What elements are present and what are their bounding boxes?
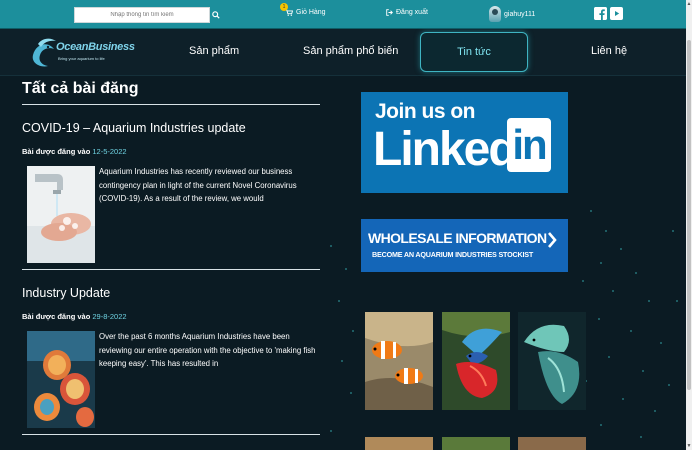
post-date: 29-8-2022 xyxy=(92,312,127,321)
particle xyxy=(352,330,354,332)
post-excerpt: Aquarium Industries has recently reviewe… xyxy=(99,167,297,203)
post-meta-label: Bài được đăng vào xyxy=(22,147,91,156)
gallery-image-partial xyxy=(518,437,586,450)
particle xyxy=(622,398,624,400)
youtube-icon xyxy=(610,7,623,20)
ocean-business-logo[interactable]: OceanBusiness Bring your aquarium to lif… xyxy=(28,34,135,70)
handwashing-image xyxy=(27,166,95,263)
vertical-scrollbar[interactable]: ▲ ▼ xyxy=(686,0,692,450)
clownfish-image xyxy=(365,312,433,410)
logout-icon xyxy=(386,9,393,16)
nav-item-san-pham[interactable]: Sản phẩm xyxy=(189,45,239,57)
scroll-up-arrow-icon[interactable]: ▲ xyxy=(686,0,692,8)
logout-label: Đăng xuất xyxy=(396,9,428,16)
post-date: 12-5-2022 xyxy=(92,147,127,156)
particle xyxy=(672,230,674,232)
particle xyxy=(654,410,656,412)
particle xyxy=(590,210,592,212)
discus-fish-image xyxy=(27,331,95,428)
particle xyxy=(612,290,614,292)
facebook-icon xyxy=(594,7,607,20)
particle xyxy=(635,272,637,274)
nav-item-san-pham-pho-bien[interactable]: Sản phẩm phổ biến xyxy=(303,45,398,57)
particle xyxy=(345,268,347,270)
cart-count-badge: 1 xyxy=(280,3,288,11)
post-thumbnail-handwashing[interactable] xyxy=(27,166,95,263)
post-meta: Bài được đăng vào 29-8-2022 xyxy=(22,312,127,321)
user-avatar xyxy=(489,6,501,22)
username-label: giahuy111 xyxy=(504,10,536,18)
particle xyxy=(582,280,584,282)
search-input[interactable] xyxy=(74,7,210,23)
particle xyxy=(648,300,650,302)
particle xyxy=(600,424,602,426)
scroll-down-arrow-icon[interactable]: ▼ xyxy=(686,442,692,450)
fish-logo-icon xyxy=(32,38,56,67)
logo-tagline: Bring your aquarium to life xyxy=(58,56,105,61)
main-navbar: OceanBusiness Bring your aquarium to lif… xyxy=(0,29,686,76)
wholesale-banner-subtitle: BECOME AN AQUARIUM INDUSTRIES STOCKIST xyxy=(372,250,534,259)
post-meta-label: Bài được đăng vào xyxy=(22,312,91,321)
gallery-item-partial[interactable] xyxy=(518,437,586,450)
page-title: Tất cả bài đăng xyxy=(22,80,139,97)
gallery-image-partial xyxy=(442,437,510,450)
youtube-link[interactable] xyxy=(610,7,623,20)
particle xyxy=(338,300,340,302)
divider xyxy=(22,434,320,435)
chevron-right-icon xyxy=(548,232,557,248)
particle xyxy=(620,248,622,250)
logout-link[interactable]: Đăng xuất xyxy=(386,9,428,16)
divider xyxy=(22,104,320,105)
post-title[interactable]: COVID-19 – Aquarium Industries update xyxy=(22,121,246,135)
gallery-item-partial[interactable] xyxy=(365,437,433,450)
linkedin-logo-box: in xyxy=(507,118,551,172)
search-box xyxy=(74,7,222,23)
particle xyxy=(350,392,352,394)
post-thumbnail-discus-fish[interactable] xyxy=(27,331,95,428)
linkedin-banner[interactable]: Join us on Linked in xyxy=(361,92,568,193)
user-account[interactable]: giahuy111 xyxy=(489,6,535,22)
post-excerpt: Over the past 6 months Aquarium Industri… xyxy=(99,332,316,368)
wholesale-banner-title: WHOLESALE INFORMATION xyxy=(368,230,547,246)
nav-item-lien-he[interactable]: Liên hệ xyxy=(591,45,627,57)
cart-link[interactable]: 1 Giỏ Hàng xyxy=(280,3,326,16)
gallery-betta-red[interactable] xyxy=(442,312,510,410)
particle xyxy=(330,245,332,247)
logo-brand-text: OceanBusiness xyxy=(56,41,135,53)
particle xyxy=(341,360,343,362)
particle xyxy=(676,300,678,302)
gallery-item-partial[interactable] xyxy=(442,437,510,450)
particle xyxy=(660,342,662,344)
particle xyxy=(330,430,332,432)
scrollbar-thumb[interactable] xyxy=(687,40,691,390)
particle xyxy=(640,436,642,438)
linkedin-banner-line1: Join us on xyxy=(375,100,476,123)
particle xyxy=(642,370,644,372)
gallery-image-partial xyxy=(365,437,433,450)
wholesale-banner[interactable]: WHOLESALE INFORMATION BECOME AN AQUARIUM… xyxy=(361,219,568,272)
post-title[interactable]: Industry Update xyxy=(22,286,110,300)
cart-label: Giỏ Hàng xyxy=(296,9,326,16)
particle xyxy=(668,384,670,386)
search-icon xyxy=(212,11,220,19)
betta-fish-image xyxy=(442,312,510,410)
search-button[interactable] xyxy=(210,7,222,23)
particle xyxy=(630,330,632,332)
gallery-clownfish[interactable] xyxy=(365,312,433,410)
particle xyxy=(598,318,600,320)
particle xyxy=(608,356,610,358)
particle xyxy=(600,262,602,264)
facebook-link[interactable] xyxy=(594,7,607,20)
gallery-betta-teal[interactable] xyxy=(518,312,586,410)
particle xyxy=(605,230,607,232)
top-utility-bar: 1 Giỏ Hàng Đăng xuất giahuy111 xyxy=(0,0,686,29)
betta-teal-image xyxy=(518,312,586,410)
linkedin-banner-word: Linked xyxy=(373,123,518,176)
divider xyxy=(22,269,320,270)
post-meta: Bài được đăng vào 12-5-2022 xyxy=(22,147,127,156)
nav-item-tin-tuc[interactable]: Tin tức xyxy=(420,32,528,72)
